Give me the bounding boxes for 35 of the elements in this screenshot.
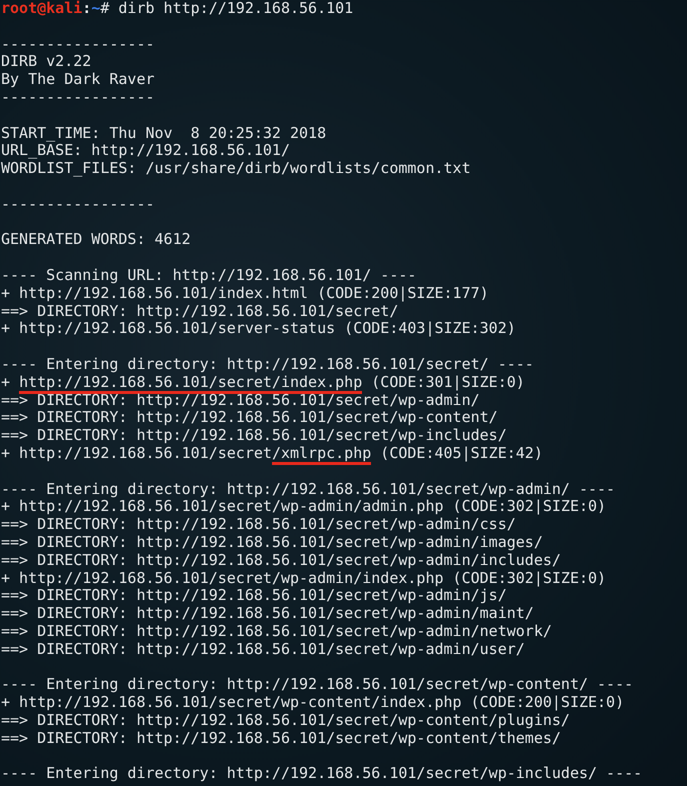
- output-line: ---- Entering directory: http://192.168.56.101/secret/wp-admin/ ----: [1, 480, 616, 498]
- output-line: + http://192.168.56.101/index.html (CODE:200|SIZE:177): [1, 284, 490, 303]
- output-line: ---- Scanning URL: http://192.168.56.101/ ----: [1, 266, 418, 285]
- output-line: ==> DIRECTORY: http://192.168.56.101/secret/wp-content/: [1, 409, 499, 428]
- output-line: + http://192.168.56.101/secret/wp-content/index.php (CODE:200|SIZE:0): [1, 694, 626, 712]
- output-line: URL_BASE: http://192.168.56.101/: [1, 142, 291, 160]
- output-line: ==> DIRECTORY: http://192.168.56.101/secret/wp-admin/js/: [1, 587, 507, 606]
- output-line: ==> DIRECTORY: http://192.168.56.101/secret/wp-admin/css/: [1, 516, 517, 534]
- output-line: ==> DIRECTORY: http://192.168.56.101/secret/wp-content/plugins/: [1, 712, 571, 730]
- output-line: ==> DIRECTORY: http://192.168.56.101/secret/wp-admin/: [1, 392, 481, 410]
- output-line: ==> DIRECTORY: http://192.168.56.101/secret/wp-admin/maint/: [1, 605, 535, 623]
- shell-prompt: root@kali:~# dirb http://192.168.56.101: [1, 0, 354, 18]
- output-line: DIRB v2.22: [1, 53, 92, 72]
- output-line: + http://192.168.56.101/secret/index.php (CODE:301|SIZE:0): [1, 374, 687, 392]
- output-line: ---- Entering directory: http://192.168.56.101/secret/wp-content/ ----: [1, 676, 634, 694]
- output-line: GENERATED WORDS: 4612: [1, 231, 192, 250]
- output-line: ==> DIRECTORY: http://192.168.56.101/secret/wp-includes/: [1, 427, 508, 445]
- output-line: START_TIME: Thu Nov 8 20:25:32 2018: [1, 124, 328, 142]
- output-line: ==> DIRECTORY: http://192.168.56.101/secret/wp-admin/includes/: [1, 552, 562, 570]
- output-line: WORDLIST_FILES: /usr/share/dirb/wordlists/common.txt: [1, 160, 472, 178]
- output-line: + http://192.168.56.101/secret/wp-admin/admin.php (CODE:302|SIZE:0): [1, 498, 608, 516]
- output-line: -----------------: [1, 36, 156, 54]
- output-line: + http://192.168.56.101/server-status (CODE:403|SIZE:302): [1, 320, 517, 338]
- output-line: ==> DIRECTORY: http://192.168.56.101/secret/wp-content/themes/: [1, 730, 562, 748]
- output-line: By The Dark Raver: [1, 71, 156, 89]
- output-line: ==> DIRECTORY: http://192.168.56.101/secret/wp-admin/network/: [1, 622, 553, 641]
- output-line: -----------------: [1, 196, 156, 214]
- output-line: ---- Entering directory: http://192.168.56.101/secret/ ----: [1, 356, 535, 374]
- output-line: ==> DIRECTORY: http://192.168.56.101/secret/: [1, 302, 400, 320]
- output-line: ---- Entering directory: http://192.168.56.101/secret/wp-includes/ ----: [1, 765, 644, 784]
- output-line: -----------------: [1, 88, 156, 107]
- output-line: ==> DIRECTORY: http://192.168.56.101/secret/wp-admin/images/: [1, 534, 544, 552]
- output-line: + http://192.168.56.101/secret/xmlrpc.php (CODE:405|SIZE:42): [1, 444, 687, 463]
- output-line: ==> DIRECTORY: http://192.168.56.101/secret/wp-admin/user/: [1, 640, 526, 658]
- output-line: + http://192.168.56.101/secret/wp-admin/index.php (CODE:302|SIZE:0): [1, 570, 608, 588]
